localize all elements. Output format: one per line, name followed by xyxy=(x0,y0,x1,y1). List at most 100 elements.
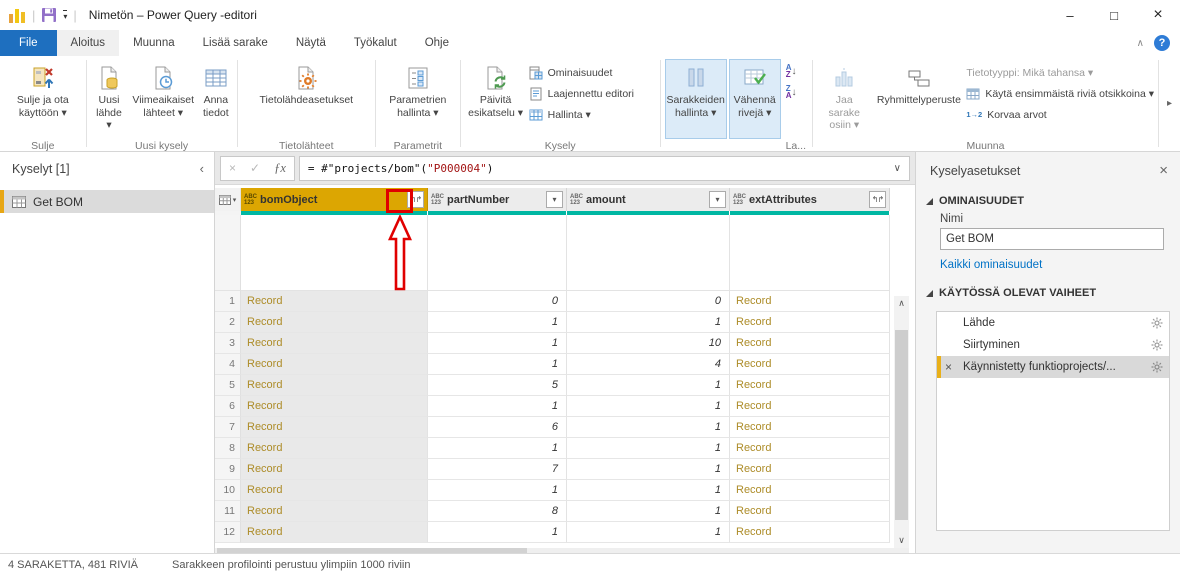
tab-lisaa-sarake[interactable]: Lisää sarake xyxy=(189,30,282,56)
collapse-pane-icon[interactable]: ‹ xyxy=(200,161,204,176)
cell-bomObject[interactable]: Record xyxy=(241,354,428,375)
new-source-button[interactable]: Uusi lähde ▾ xyxy=(91,59,128,139)
quick-access-dropdown-icon[interactable]: ▾ xyxy=(63,10,67,21)
cell-amount[interactable]: 1 xyxy=(567,438,730,459)
cell-partNumber[interactable]: 5 xyxy=(428,375,567,396)
cell-amount[interactable]: 4 xyxy=(567,354,730,375)
data-type-icon[interactable]: ABC123 xyxy=(431,194,444,206)
scroll-up-icon[interactable]: ∧ xyxy=(894,296,909,311)
cell-partNumber[interactable]: 8 xyxy=(428,501,567,522)
table-corner-button[interactable]: ▾ xyxy=(215,188,241,211)
data-type-icon[interactable]: ABC123 xyxy=(570,194,583,206)
cell-bomObject[interactable]: Record xyxy=(241,417,428,438)
cell-amount[interactable]: 1 xyxy=(567,522,730,543)
cell-partNumber[interactable]: 1 xyxy=(428,354,567,375)
data-type-icon[interactable]: ABC123 xyxy=(733,194,746,206)
tab-tyokalut[interactable]: Työkalut xyxy=(340,30,411,56)
tab-ohje[interactable]: Ohje xyxy=(411,30,463,56)
cell-extAttributes[interactable]: Record xyxy=(730,417,890,438)
filter-dropdown-icon[interactable]: ▾ xyxy=(709,191,726,208)
cell-partNumber[interactable]: 6 xyxy=(428,417,567,438)
collapse-ribbon-icon[interactable]: ∧ xyxy=(1137,38,1144,49)
use-first-row-as-headers-button[interactable]: Käytä ensimmäistä riviä otsikkoina ▾ xyxy=(966,85,1154,102)
column-header-amount[interactable]: ABC123 amount ▾ xyxy=(567,188,730,211)
maximize-button[interactable]: □ xyxy=(1092,0,1136,30)
cancel-entry-icon[interactable]: × xyxy=(229,161,236,175)
cell-amount[interactable]: 1 xyxy=(567,459,730,480)
manage-button[interactable]: Hallinta ▾ xyxy=(529,106,634,123)
scrollbar-thumb[interactable] xyxy=(895,330,908,520)
close-button[interactable]: × xyxy=(1136,0,1180,30)
group-by-button[interactable]: Ryhmittelyperuste xyxy=(874,59,965,139)
cell-extAttributes[interactable]: Record xyxy=(730,375,890,396)
cell-extAttributes[interactable]: Record xyxy=(730,396,890,417)
data-source-settings-button[interactable]: Tietolähdeasetukset xyxy=(242,59,370,139)
cell-partNumber[interactable]: 7 xyxy=(428,459,567,480)
close-pane-icon[interactable]: × xyxy=(1159,162,1168,179)
column-header-extAttributes[interactable]: ABC123 extAttributes ↰↱ xyxy=(730,188,890,211)
cell-extAttributes[interactable]: Record xyxy=(730,522,890,543)
commit-entry-icon[interactable]: ✓ xyxy=(250,161,260,175)
cell-amount[interactable]: 1 xyxy=(567,312,730,333)
cell-bomObject[interactable]: Record xyxy=(241,501,428,522)
delete-step-icon[interactable]: × xyxy=(945,360,952,374)
cell-amount[interactable]: 1 xyxy=(567,417,730,438)
cell-partNumber[interactable]: 1 xyxy=(428,438,567,459)
tab-file[interactable]: File xyxy=(0,30,57,56)
cell-partNumber[interactable]: 1 xyxy=(428,396,567,417)
section-expanded-icon[interactable] xyxy=(926,198,933,205)
cell-bomObject[interactable]: Record xyxy=(241,522,428,543)
manage-parameters-button[interactable]: Parametrien hallinta ▾ xyxy=(381,59,455,139)
cell-amount[interactable]: 1 xyxy=(567,480,730,501)
minimize-button[interactable]: – xyxy=(1048,0,1092,30)
help-icon[interactable]: ? xyxy=(1154,35,1170,51)
column-header-partNumber[interactable]: ABC123 partNumber ▾ xyxy=(428,188,567,211)
sort-ascending-icon[interactable]: AZ ↓ xyxy=(786,64,797,78)
tab-nayta[interactable]: Näytä xyxy=(282,30,340,56)
enter-data-button[interactable]: Anna tiedot xyxy=(199,59,233,139)
save-icon[interactable] xyxy=(41,7,57,23)
gear-icon[interactable] xyxy=(1151,317,1163,329)
query-list-item[interactable]: Get BOM xyxy=(0,190,214,213)
cell-bomObject[interactable]: Record xyxy=(241,480,428,501)
cell-extAttributes[interactable]: Record xyxy=(730,459,890,480)
cell-bomObject[interactable]: Record xyxy=(241,438,428,459)
cell-partNumber[interactable]: 1 xyxy=(428,312,567,333)
gear-icon[interactable] xyxy=(1151,339,1163,351)
cell-amount[interactable]: 1 xyxy=(567,375,730,396)
tab-muunna[interactable]: Muunna xyxy=(119,30,189,56)
filter-dropdown-icon[interactable]: ▾ xyxy=(546,191,563,208)
applied-step-selected[interactable]: × Käynnistetty funktioprojects/... xyxy=(937,356,1169,378)
refresh-preview-button[interactable]: Päivitä esikatselu ▾ xyxy=(465,59,527,139)
cell-extAttributes[interactable]: Record xyxy=(730,291,890,312)
applied-step[interactable]: Siirtyminen xyxy=(937,334,1169,356)
cell-extAttributes[interactable]: Record xyxy=(730,438,890,459)
ribbon-overflow-icon[interactable]: ▸ xyxy=(1159,56,1180,151)
advanced-editor-button[interactable]: Laajennettu editori xyxy=(529,85,634,102)
reduce-rows-button[interactable]: Vähennä rivejä ▾ xyxy=(729,59,781,139)
cell-bomObject[interactable]: Record xyxy=(241,396,428,417)
cell-partNumber[interactable]: 1 xyxy=(428,522,567,543)
tab-aloitus[interactable]: Aloitus xyxy=(57,30,120,56)
properties-button[interactable]: Ominaisuudet xyxy=(529,64,634,81)
cell-extAttributes[interactable]: Record xyxy=(730,480,890,501)
cell-extAttributes[interactable]: Record xyxy=(730,354,890,375)
data-type-icon[interactable]: ABC123 xyxy=(244,194,257,206)
section-expanded-icon[interactable] xyxy=(926,290,933,297)
replace-values-button[interactable]: 1→2 Korvaa arvot xyxy=(966,106,1154,123)
cell-bomObject[interactable]: Record xyxy=(241,375,428,396)
cell-bomObject[interactable]: Record xyxy=(241,333,428,354)
cell-extAttributes[interactable]: Record xyxy=(730,501,890,522)
expand-column-icon[interactable]: ↰↱ xyxy=(869,191,886,208)
applied-step[interactable]: Lähde xyxy=(937,312,1169,334)
cell-partNumber[interactable]: 1 xyxy=(428,480,567,501)
cell-amount[interactable]: 1 xyxy=(567,501,730,522)
cell-partNumber[interactable]: 0 xyxy=(428,291,567,312)
cell-bomObject[interactable]: Record xyxy=(241,291,428,312)
data-type-button[interactable]: Tietotyyppi: Mikä tahansa ▾ xyxy=(966,64,1154,81)
close-and-apply-button[interactable]: Sulje ja ota käyttöön ▾ xyxy=(7,59,79,139)
formula-input[interactable]: = #"projects/bom"("P000004") ∨ xyxy=(299,156,910,181)
cell-bomObject[interactable]: Record xyxy=(241,459,428,480)
cell-partNumber[interactable]: 1 xyxy=(428,333,567,354)
gear-icon[interactable] xyxy=(1151,361,1163,373)
